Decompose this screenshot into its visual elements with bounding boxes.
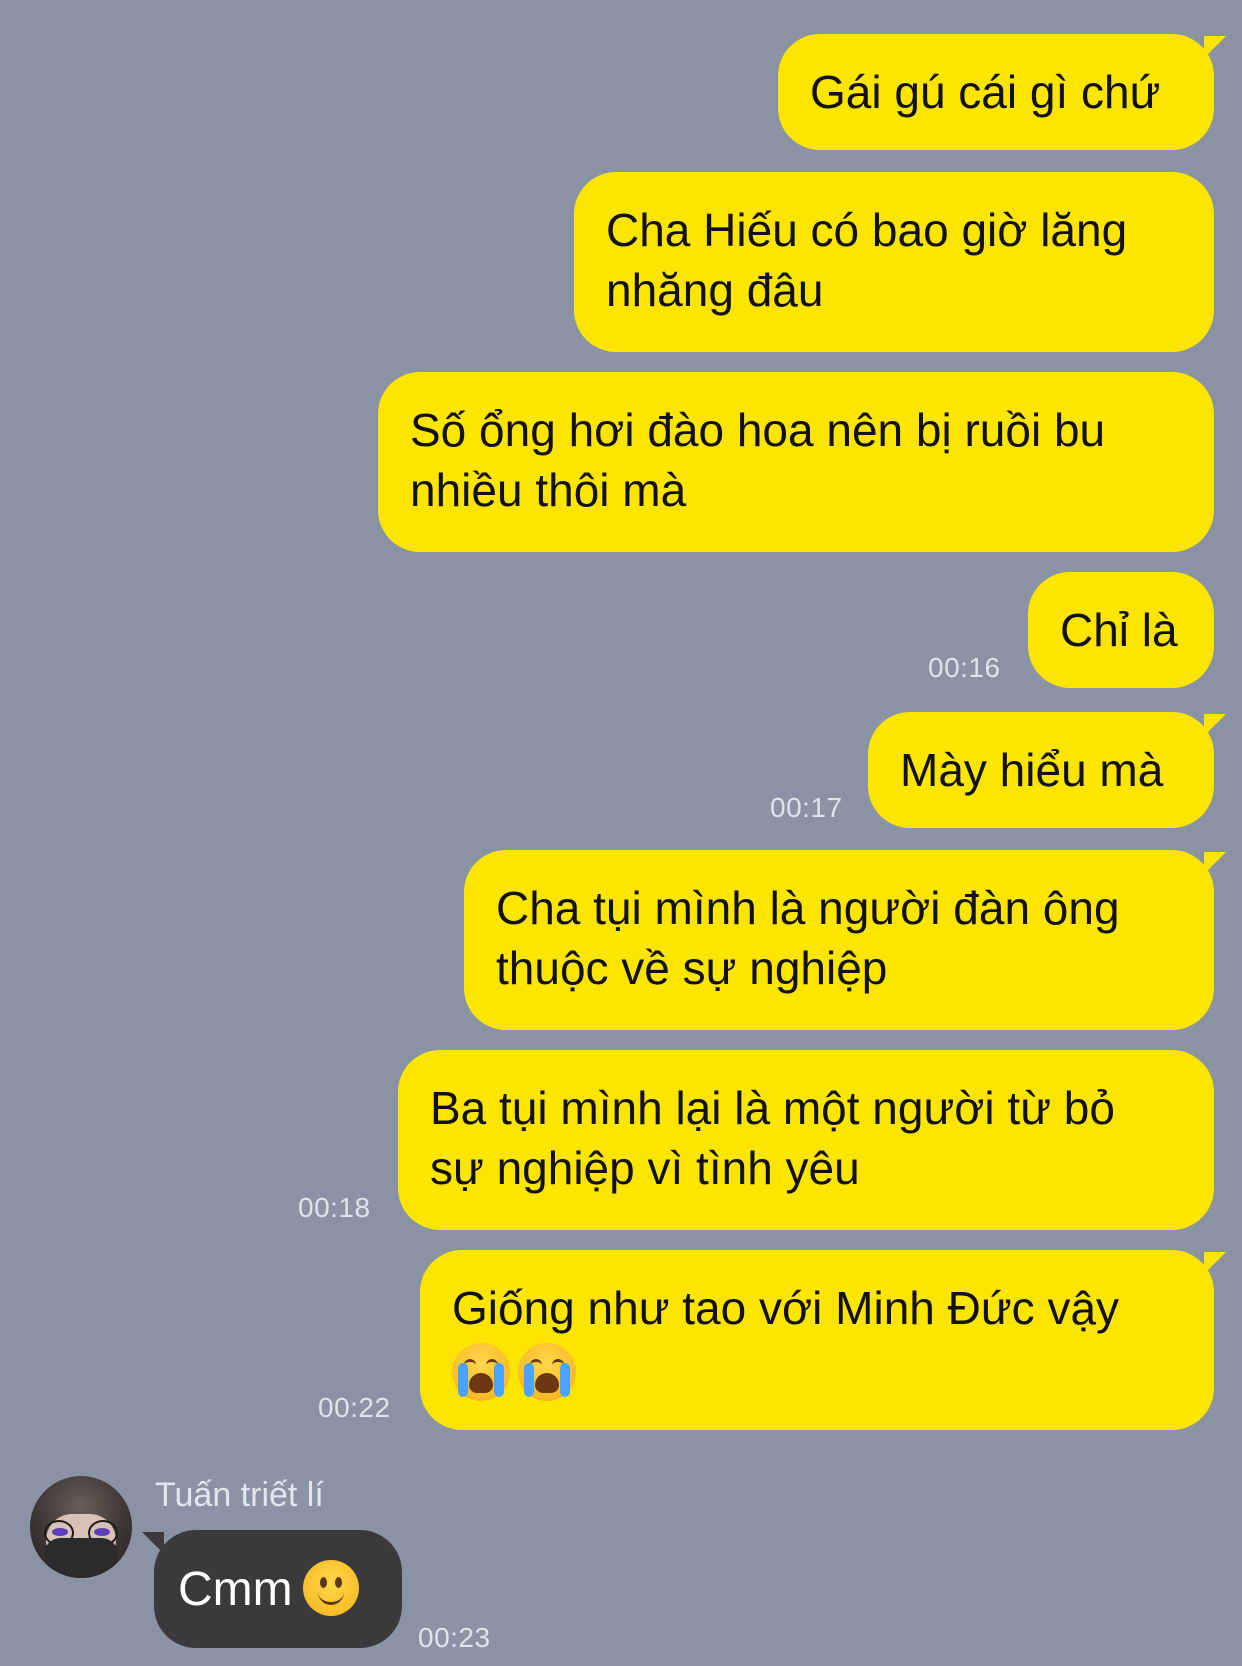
sent-message[interactable]: Gái gú cái gì chứ — [778, 34, 1226, 150]
message-time: 00:16 — [928, 652, 1001, 683]
sent-message[interactable]: Mày hiểu mà — [868, 712, 1226, 828]
slightly-smiling-face-icon — [302, 1560, 359, 1617]
sent-message[interactable]: Số ổng hơi đào hoa nên bị ruồi bu nhiều … — [378, 372, 1214, 552]
message-text: Giống như tao với Minh Đức vậy — [452, 1282, 1120, 1334]
message-time: 00:17 — [770, 792, 843, 823]
message-text: Số ổng hơi đào hoa nên bị ruồi bu nhiều … — [410, 404, 1106, 516]
message-time: 00:18 — [298, 1192, 371, 1223]
sent-message[interactable]: Cha Hiếu có bao giờ lăng nhăng đâu — [574, 172, 1214, 352]
message-text: Mày hiểu mà — [900, 744, 1164, 796]
message-time: 00:22 — [318, 1392, 391, 1423]
sent-message[interactable]: Chỉ là — [1028, 572, 1214, 688]
message-text: Ba tụi mình lại là một người từ bỏ sự ng… — [430, 1082, 1115, 1194]
message-text: Gái gú cái gì chứ — [810, 66, 1161, 118]
sent-message[interactable]: Cha tụi mình là người đàn ông thuộc về s… — [464, 850, 1226, 1030]
avatar[interactable] — [30, 1476, 132, 1578]
sent-message[interactable]: Ba tụi mình lại là một người từ bỏ sự ng… — [398, 1050, 1214, 1230]
message-text: Chỉ là — [1060, 604, 1178, 656]
loudly-crying-face-icon — [452, 1342, 510, 1401]
loudly-crying-face-icon — [518, 1342, 576, 1401]
message-time: 00:23 — [418, 1622, 491, 1653]
message-text: Cha Hiếu có bao giờ lăng nhăng đâu — [606, 204, 1128, 316]
sender-name: Tuấn triết lí — [155, 1476, 324, 1514]
sent-message[interactable]: Giống như tao với Minh Đức vậy — [420, 1250, 1226, 1430]
message-text: Cmm — [178, 1563, 293, 1616]
received-message[interactable]: Cmm — [142, 1530, 402, 1648]
message-text: Cha tụi mình là người đàn ông thuộc về s… — [496, 882, 1120, 994]
